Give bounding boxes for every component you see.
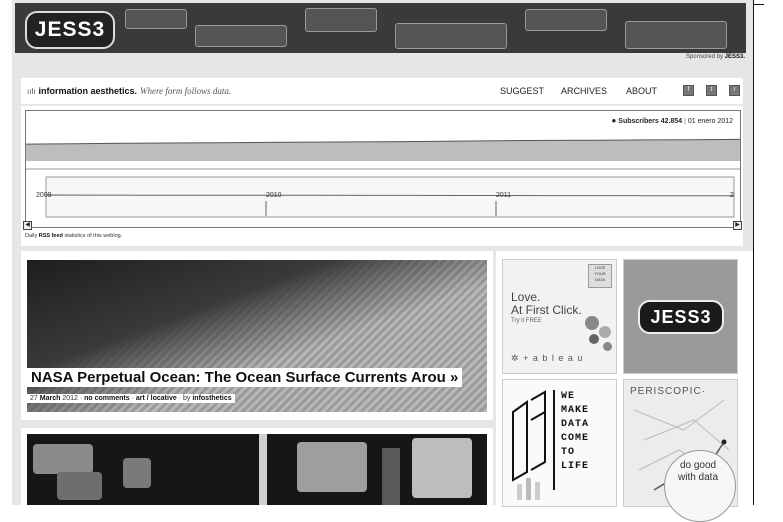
image-blob	[33, 444, 93, 474]
slogan-word: MAKE	[561, 405, 590, 416]
chart-area	[26, 139, 740, 161]
image-blob	[412, 438, 472, 498]
periscopic-tagline: do good with data	[678, 460, 718, 484]
banner-doodle	[305, 8, 377, 32]
post-meta: 27 March 2012 · no comments · art / loca…	[27, 394, 235, 403]
rss-icon[interactable]: r	[729, 85, 740, 96]
post-comments[interactable]: no comments	[84, 395, 130, 402]
periscopic-ad[interactable]: PERISCOPIC· do good with data	[623, 379, 738, 522]
chart-legend: ● Subscribers 42.854 | 01 enero 2012	[611, 116, 733, 125]
subscriber-chart[interactable]: 2009201020112009201020112 ● Subscribers …	[25, 110, 741, 228]
ad-headline: Love. At First Click.	[511, 291, 582, 317]
image-shading	[27, 260, 487, 412]
nav-suggest[interactable]: SUGGEST	[500, 86, 544, 96]
site-header: ıılı information aesthetics. Where form fo…	[21, 78, 743, 104]
bubble-shape	[585, 316, 599, 330]
navigator-tick-label: 2010	[266, 192, 282, 199]
post-author[interactable]: infosthetics	[192, 395, 231, 402]
post-month: March	[39, 395, 61, 402]
image-blob	[382, 448, 400, 505]
chart-credit: Daily RSS feed statistics of this weblog…	[25, 233, 122, 239]
chart-scroll-left[interactable]: ◀	[23, 221, 32, 230]
site-tagline: Where form follows data.	[139, 86, 232, 96]
ad-try-text: Try it FREE	[511, 318, 542, 324]
banner-doodle	[625, 21, 727, 49]
bubble-shape	[603, 342, 612, 351]
credit-post: statistics of this weblog.	[64, 233, 123, 239]
page-background: JESS3 Sponsored by JESS3. ıılı informatio…	[12, 0, 753, 522]
facebook-icon[interactable]: f	[683, 85, 694, 96]
tagline-line2: with data	[678, 472, 719, 483]
tableau-ad[interactable]: LOVE YOUR DATA Love. At First Click. Try…	[502, 259, 617, 374]
sponsor-banner[interactable]: JESS3	[15, 3, 746, 53]
navigator-tick-label: 2009	[36, 192, 52, 199]
sidebar-ads: LOVE YOUR DATA Love. At First Click. Try…	[496, 251, 753, 522]
post-year: 2012	[62, 395, 78, 402]
jess3-logo[interactable]: JESS3	[25, 11, 115, 49]
banner-doodle	[195, 25, 287, 47]
ad-headline-line2: At First Click.	[511, 303, 582, 317]
post-title[interactable]: NASA Perpetual Ocean: The Ocean Surface …	[27, 368, 463, 387]
legend-date: 01 enero 2012	[687, 118, 733, 125]
slogan-word: DATA	[561, 419, 590, 430]
bar-chart-icon: ıılı	[27, 87, 36, 96]
image-blob	[57, 472, 102, 500]
post-day: 27	[30, 395, 38, 402]
tagline-line1: do good	[679, 460, 717, 471]
banner-doodle	[525, 9, 607, 31]
chart-svg: 2009201020112009201020112	[25, 138, 741, 218]
featured-post: NASA Perpetual Ocean: The Ocean Surface …	[21, 251, 493, 420]
ocean-currents-image[interactable]	[27, 260, 487, 412]
jess3-ad-logo: JESS3	[638, 300, 724, 334]
sponsor-credit: Sponsored by JESS3.	[686, 54, 745, 60]
slogan-word: LIFE	[561, 461, 590, 472]
post-category[interactable]: art / locative	[136, 395, 177, 402]
tableau-logo-text: + a b l e a u	[523, 353, 584, 363]
banner-doodle	[395, 23, 507, 49]
gear-icon: ✲	[511, 353, 520, 363]
ad-slogan: WE MAKE DATA COME TO LIFE	[561, 390, 589, 474]
tableau-logo: ✲ + a b l e a u	[511, 353, 583, 364]
chart-navigator	[45, 176, 735, 218]
window-edge	[753, 0, 754, 505]
cs-logo-icon	[512, 390, 546, 500]
sponsor-name[interactable]: JESS3.	[725, 54, 745, 60]
banner-doodle	[125, 9, 187, 29]
nav-archives[interactable]: ARCHIVES	[561, 86, 607, 96]
second-post-image[interactable]	[27, 434, 487, 505]
bubble-shape	[599, 326, 611, 338]
sponsor-prefix: Sponsored by	[685, 54, 723, 60]
ad-divider	[553, 390, 555, 490]
bubble-shape	[589, 334, 599, 344]
legend-value: Subscribers 42.854	[618, 118, 683, 125]
second-post	[21, 428, 493, 505]
jess3-ad[interactable]: JESS3	[623, 259, 738, 374]
chart-scroll-right[interactable]: ▶	[733, 221, 742, 230]
credit-pre: Daily	[25, 233, 38, 239]
image-divider	[259, 434, 267, 505]
navigator-tick-label: 2	[730, 192, 734, 199]
slogan-word: TO	[561, 447, 576, 458]
subscriber-chart-panel: 2009201020112009201020112 ● Subscribers …	[21, 106, 743, 246]
image-blob	[123, 458, 151, 488]
site-brand[interactable]: ıılı information aesthetics. Where form fo…	[27, 86, 231, 96]
we-make-data-ad[interactable]: WE MAKE DATA COME TO LIFE	[502, 379, 617, 507]
slogan-word: WE	[561, 391, 576, 402]
nav-about[interactable]: ABOUT	[626, 86, 657, 96]
image-blob	[297, 442, 367, 492]
rss-feed-link[interactable]: RSS feed	[39, 233, 63, 239]
window-edge-mark	[754, 4, 764, 5]
slogan-word: COME	[561, 433, 590, 444]
site-name[interactable]: information aesthetics.	[38, 86, 137, 96]
post-author-prefix: by	[182, 395, 191, 402]
navigator-tick-label: 2011	[496, 192, 511, 199]
twitter-icon[interactable]: t	[706, 85, 717, 96]
ad-tag: LOVE YOUR DATA	[588, 264, 612, 288]
